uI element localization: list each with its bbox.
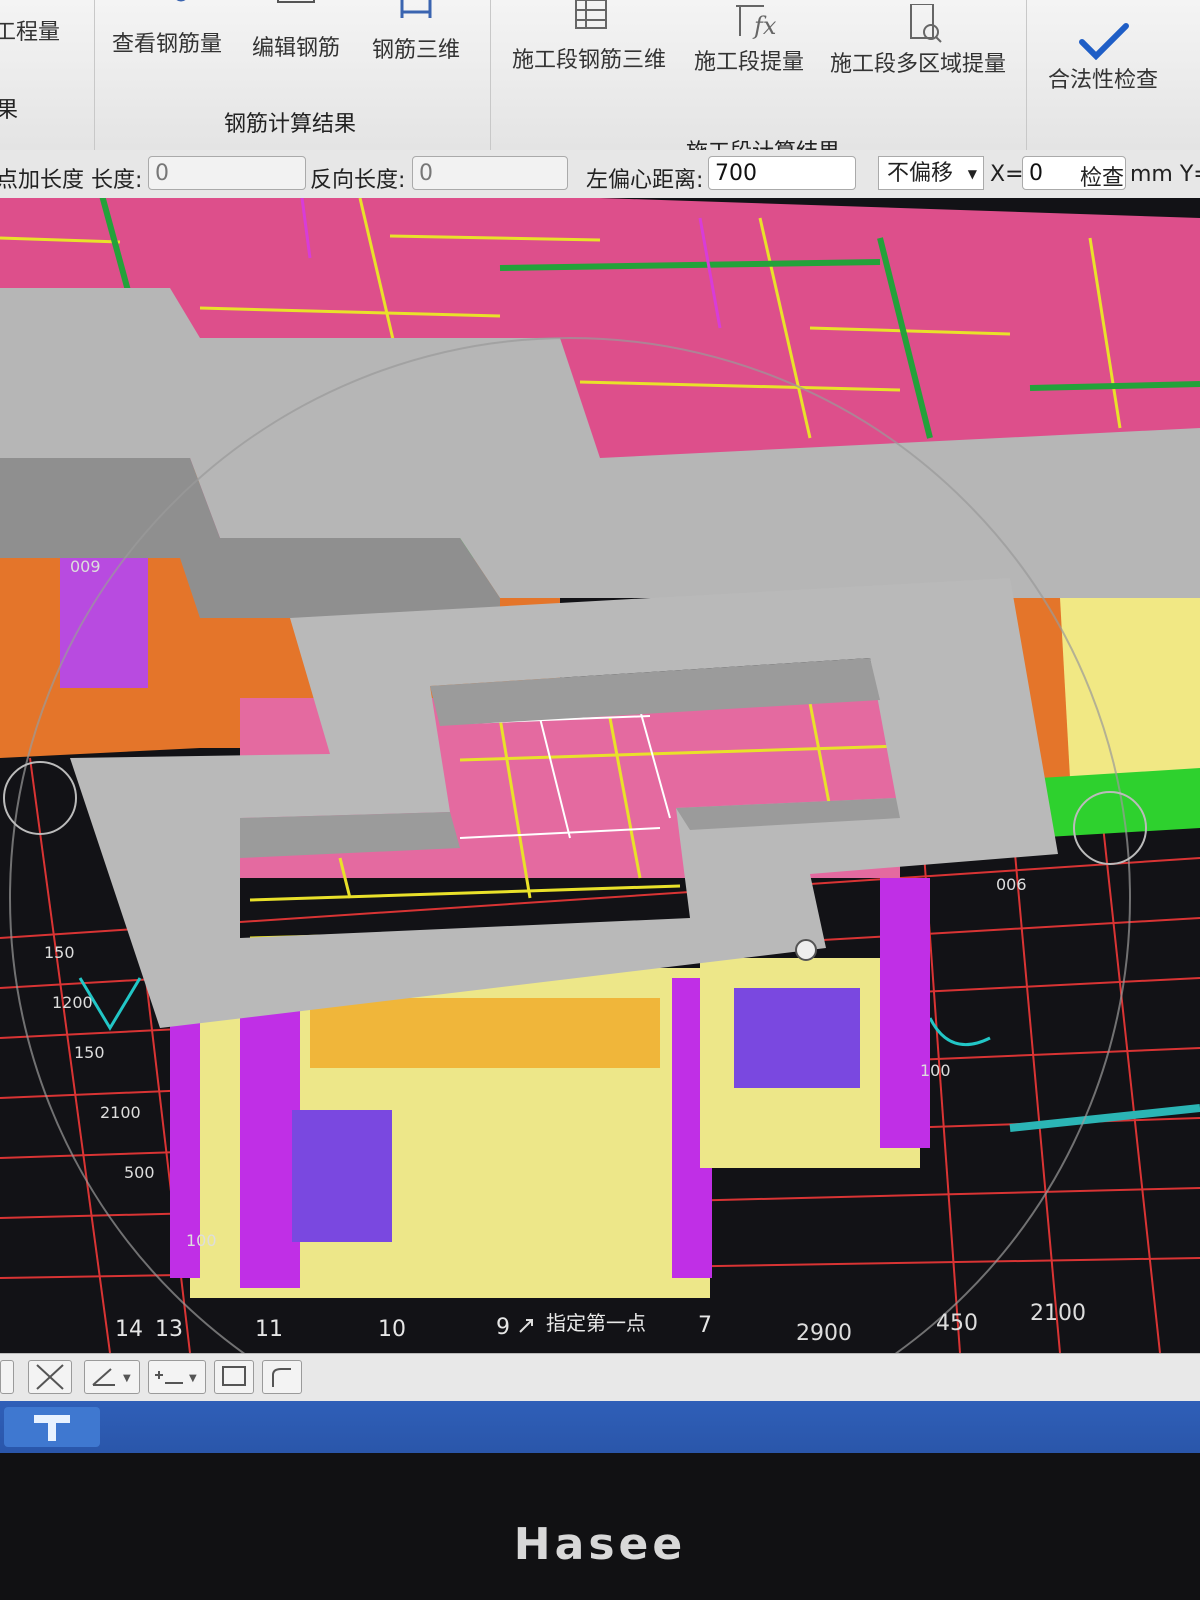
stage-extract-button[interactable]: fx 施工段提量 bbox=[694, 2, 804, 76]
angle-snap-button[interactable]: ▼ bbox=[84, 1360, 140, 1394]
x-label: X= bbox=[990, 162, 1024, 187]
ribbon: 工程量 果 查看钢筋量 编辑钢筋 钢筋三维 钢筋计算结果 施工段钢筋三维 fx … bbox=[0, 0, 1200, 191]
right-yellow-wall bbox=[1060, 590, 1200, 788]
validity-check-button[interactable]: 合法性检查 bbox=[1048, 20, 1158, 94]
reverse-length-label: 反向长度: bbox=[310, 168, 406, 193]
edit-rebar-button[interactable]: 编辑钢筋 bbox=[252, 0, 340, 62]
dimension-left-2100: 2100 bbox=[100, 1103, 141, 1122]
ribbon-separator bbox=[1026, 0, 1027, 150]
laptop-brand-logo: Hasee bbox=[513, 1519, 687, 1570]
label-006: 006 bbox=[996, 875, 1027, 894]
pan-cursor-icon bbox=[795, 939, 817, 961]
axis-label-11: 11 bbox=[255, 1317, 283, 1342]
view-rebar-quantity-button[interactable]: 查看钢筋量 bbox=[112, 0, 222, 58]
left-eccentric-distance-label: 左偏心距离: bbox=[586, 168, 704, 193]
3d-viewport[interactable]: B bbox=[0, 198, 1200, 1353]
ribbon-partial-quantity-button[interactable]: 工程量 bbox=[0, 14, 60, 46]
front-column-2 bbox=[240, 998, 300, 1288]
label-100b: 100 bbox=[920, 1061, 951, 1080]
laptop-bezel: Hasee bbox=[0, 1453, 1200, 1600]
label-100: 100 bbox=[186, 1231, 217, 1250]
rebar-quantity-icon bbox=[176, 0, 186, 2]
dropdown-arrow-icon: ▼ bbox=[189, 1373, 197, 1384]
right-front-window bbox=[734, 988, 860, 1088]
offset-mode-select[interactable]: 不偏移 ▼ bbox=[878, 156, 984, 190]
unit-y-label: mm Y= bbox=[1130, 162, 1200, 187]
reverse-length-input[interactable]: 0 bbox=[412, 156, 568, 190]
chevron-down-icon: ▼ bbox=[967, 167, 977, 181]
stage-multi-area-extract-button[interactable]: 施工段多区域提量 bbox=[830, 4, 1006, 78]
stage-rebar-3d-button[interactable]: 施工段钢筋三维 bbox=[512, 0, 666, 74]
app-t-icon bbox=[34, 1415, 70, 1441]
axis-label-7: 7 bbox=[698, 1313, 712, 1338]
building-model-canvas[interactable]: B bbox=[0, 198, 1200, 1353]
edit-rebar-icon bbox=[277, 0, 315, 3]
arc-snap-button[interactable] bbox=[262, 1360, 302, 1394]
left-eccentric-distance-input[interactable]: 700 bbox=[708, 156, 856, 190]
ribbon-separator bbox=[94, 0, 95, 150]
cross-icon bbox=[36, 1364, 64, 1390]
stage-multi-extract-icon bbox=[910, 4, 942, 43]
group-rebar-calc-result-label: 钢筋计算结果 bbox=[224, 112, 357, 137]
stage-rebar-3d-icon bbox=[575, 0, 607, 29]
axis-label-14: 14 bbox=[115, 1317, 143, 1342]
label-009: 009 bbox=[70, 557, 101, 576]
dimension-450: 450 bbox=[936, 1311, 978, 1336]
monitor-icon bbox=[222, 1366, 246, 1386]
rebar-3d-button[interactable]: 钢筋三维 bbox=[372, 0, 460, 64]
stage-extract-fx-icon: fx bbox=[736, 5, 777, 40]
dimension-left-500: 500 bbox=[124, 1163, 155, 1182]
windows-taskbar bbox=[0, 1401, 1200, 1453]
front-orange-band bbox=[310, 998, 660, 1068]
dimension-2100: 2100 bbox=[1030, 1301, 1086, 1326]
cross-snap-button[interactable] bbox=[28, 1360, 72, 1394]
fx-glyph: fx bbox=[752, 12, 777, 40]
arc-icon bbox=[272, 1368, 291, 1387]
group-check-label: 检查 bbox=[1080, 166, 1125, 191]
offset-icon: ▼ bbox=[155, 1371, 197, 1384]
add-length-input[interactable]: 0 bbox=[148, 156, 306, 190]
ribbon-partial-group-label: 果 bbox=[0, 98, 19, 123]
dropdown-arrow-icon: ▼ bbox=[123, 1373, 131, 1384]
add-length-label: 点加长度 长度: bbox=[0, 168, 143, 193]
dimension-left-150b: 150 bbox=[74, 1043, 105, 1062]
rebar-3d-icon bbox=[400, 0, 432, 18]
right-green-strip bbox=[1030, 768, 1200, 838]
angle-icon: ▼ bbox=[92, 1368, 131, 1386]
dimension-left-150a: 150 bbox=[44, 943, 75, 962]
right-front-column bbox=[880, 878, 930, 1148]
taskbar-app-button[interactable] bbox=[4, 1407, 100, 1447]
checkmark-icon bbox=[1079, 23, 1129, 60]
snap-toolbar: ▼ ▼ bbox=[0, 1353, 1200, 1402]
ribbon-separator bbox=[490, 0, 491, 150]
toolbar-partial-button[interactable] bbox=[0, 1360, 14, 1394]
display-toggle-button[interactable] bbox=[214, 1360, 254, 1394]
axis-label-13: 13 bbox=[155, 1317, 183, 1342]
specify-first-point-prompt: 指定第一点 bbox=[546, 1311, 646, 1335]
dimension-2900: 2900 bbox=[796, 1321, 852, 1346]
offset-snap-button[interactable]: ▼ bbox=[148, 1360, 206, 1394]
dimension-left-1200: 1200 bbox=[52, 993, 93, 1012]
front-window-lower bbox=[292, 1110, 392, 1242]
axis-label-10: 10 bbox=[378, 1317, 406, 1342]
axis-label-9: 9 bbox=[496, 1315, 510, 1340]
properties-bar: 点加长度 长度: 0 反向长度: 0 左偏心距离: 700 不偏移 ▼ X= 0… bbox=[0, 150, 1200, 199]
